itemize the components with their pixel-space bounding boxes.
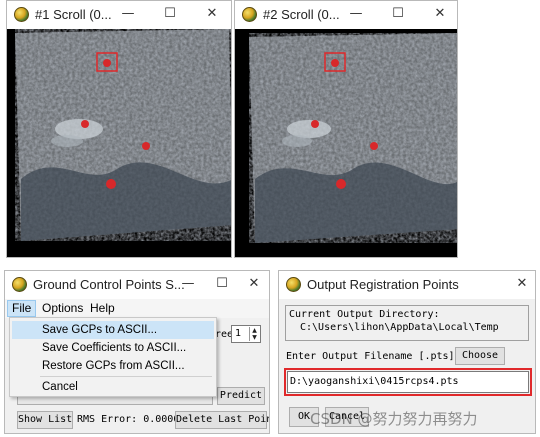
choose-button[interactable]: Choose	[455, 347, 505, 365]
maximize-button[interactable]: ☐	[157, 3, 183, 25]
scroll-window-1-title: #1 Scroll (0...	[35, 7, 112, 22]
show-list-button[interactable]: Show List	[17, 411, 73, 429]
menu-item-save-coefficients[interactable]: Save Coefficients to ASCII...	[12, 339, 214, 357]
spinner-arrows-icon[interactable]: ▲ ▼	[249, 327, 259, 341]
minimize-button[interactable]: —	[343, 3, 369, 25]
gcp-window-titlebar[interactable]: Ground Control Points S... — ☐ ✕	[5, 271, 269, 299]
current-directory-value: C:\Users\lihon\AppData\Local\Temp	[300, 322, 499, 333]
menu-item-restore-gcps[interactable]: Restore GCPs from ASCII...	[12, 357, 214, 375]
close-button[interactable]: ✕	[427, 3, 453, 25]
envi-globe-icon	[14, 7, 29, 22]
scroll-image-1[interactable]	[7, 29, 231, 257]
minimize-button[interactable]: —	[175, 273, 201, 295]
gcp-menubar: File Options Help	[5, 299, 269, 318]
menu-separator	[40, 376, 212, 377]
output-filename-label: Enter Output Filename [.pts]	[286, 351, 455, 362]
menu-item-cancel[interactable]: Cancel	[12, 378, 214, 396]
current-directory-panel: Current Output Directory: C:\Users\lihon…	[285, 305, 529, 341]
scroll-window-2-title: #2 Scroll (0...	[263, 7, 340, 22]
scroll-image-2[interactable]	[235, 29, 457, 257]
scroll-window-2: #2 Scroll (0... — ☐ ✕	[234, 0, 458, 258]
menu-item-save-gcps[interactable]: Save GCPs to ASCII...	[12, 321, 214, 339]
output-filename-value: D:\yaoganshixi\0415rcps4.pts	[290, 376, 459, 387]
predict-button[interactable]: Predict	[217, 387, 265, 405]
close-button[interactable]: ✕	[509, 273, 535, 295]
menu-help[interactable]: Help	[86, 301, 119, 316]
scroll-window-2-titlebar[interactable]: #2 Scroll (0... — ☐ ✕	[235, 1, 457, 29]
scroll-window-1-titlebar[interactable]: #1 Scroll (0... — ☐ ✕	[7, 1, 231, 29]
close-button[interactable]: ✕	[199, 3, 225, 25]
maximize-button[interactable]: ☐	[385, 3, 411, 25]
envi-globe-icon	[12, 277, 27, 292]
degree-spinner[interactable]: 1 ▲ ▼	[231, 325, 261, 343]
csdn-watermark: CSDN @努力努力再努力	[310, 410, 478, 428]
menu-options[interactable]: Options	[38, 301, 87, 316]
output-window-titlebar[interactable]: Output Registration Points ✕	[279, 271, 535, 299]
satellite-image-2	[249, 33, 457, 243]
current-directory-label: Current Output Directory:	[289, 309, 440, 320]
envi-globe-icon	[242, 7, 257, 22]
gcp-window: Ground Control Points S... — ☐ ✕ File Op…	[4, 270, 270, 434]
degree-value: 1	[235, 328, 242, 339]
envi-globe-icon	[286, 277, 301, 292]
close-button[interactable]: ✕	[241, 273, 267, 295]
satellite-image-1	[15, 29, 231, 241]
maximize-button[interactable]: ☐	[209, 273, 235, 295]
file-menu-dropdown: Save GCPs to ASCII... Save Coefficients …	[9, 317, 217, 397]
scroll-window-1: #1 Scroll (0... — ☐ ✕	[6, 0, 232, 258]
minimize-button[interactable]: —	[115, 3, 141, 25]
gcp-window-title: Ground Control Points S...	[33, 277, 185, 292]
menu-file[interactable]: File	[7, 300, 37, 317]
output-window-title: Output Registration Points	[307, 277, 459, 292]
output-filename-input[interactable]: D:\yaoganshixi\0415rcps4.pts	[287, 371, 529, 393]
delete-last-point-button[interactable]: Delete Last Point	[175, 411, 269, 429]
